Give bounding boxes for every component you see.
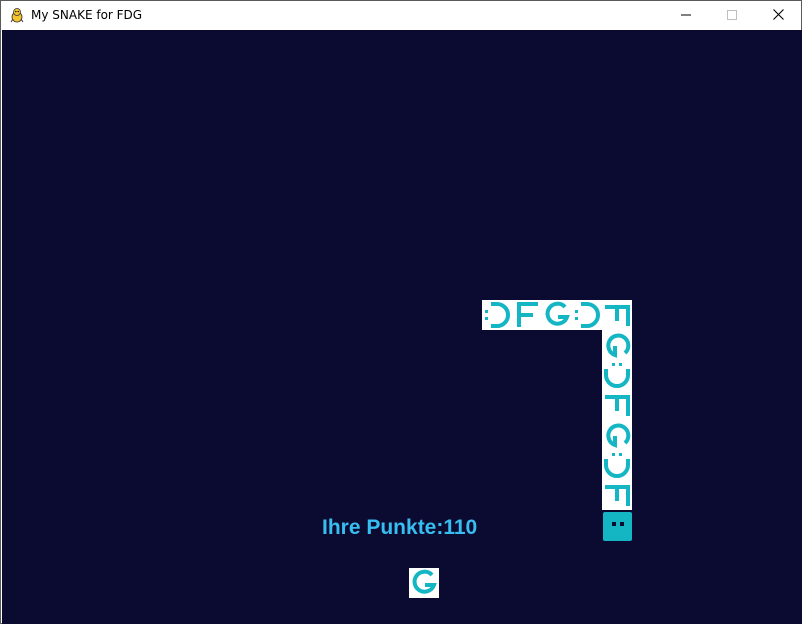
game-canvas[interactable]: Ihre Punkte:110 — [2, 30, 802, 624]
close-button[interactable] — [755, 1, 801, 30]
food-tile — [409, 568, 439, 598]
title-bar[interactable]: My SNAKE for FDG — [1, 1, 801, 30]
snake-head — [603, 512, 632, 541]
snake-segment — [602, 390, 632, 420]
minimize-button[interactable] — [663, 1, 709, 30]
window-title: My SNAKE for FDG — [31, 8, 143, 22]
close-icon — [772, 7, 784, 25]
snake-segment — [602, 300, 632, 330]
minimize-icon — [681, 7, 691, 25]
snake-segment — [602, 450, 632, 480]
game-window: My SNAKE for FDG Ihre Punkte:110 — [0, 0, 802, 624]
maximize-icon — [727, 7, 737, 25]
snake-eye-left — [612, 522, 616, 526]
snake-segment — [602, 480, 632, 510]
maximize-button[interactable] — [709, 1, 755, 30]
snake-segment — [602, 360, 632, 390]
score-display: Ihre Punkte:110 — [322, 516, 478, 539]
snake-segment — [542, 300, 572, 330]
snake-segment — [602, 420, 632, 450]
snake-segment — [572, 300, 602, 330]
snake-eye-right — [620, 522, 624, 526]
pygame-snake-icon — [9, 7, 25, 23]
snake-segment — [482, 300, 512, 330]
snake-segment — [512, 300, 542, 330]
snake-segment — [602, 330, 632, 360]
